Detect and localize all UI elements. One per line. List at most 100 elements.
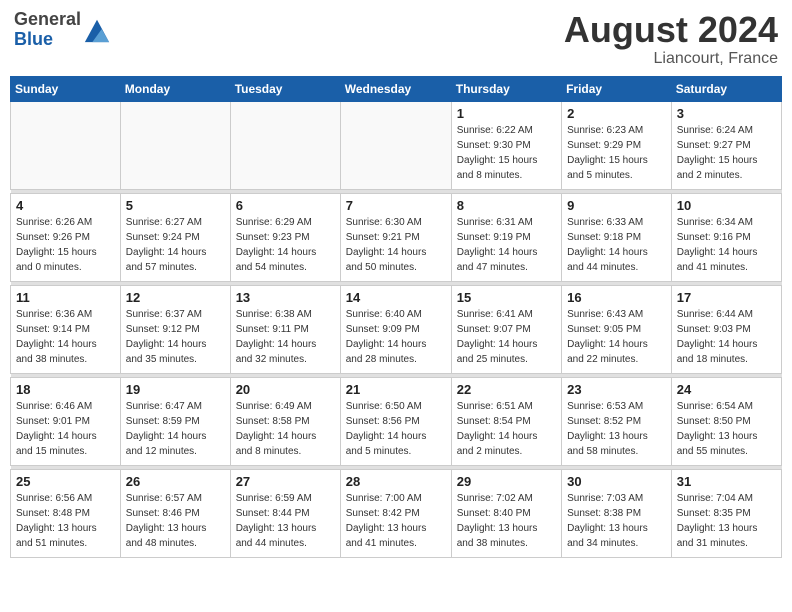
title-block: August 2024 Liancourt, France (564, 10, 778, 68)
day-number: 16 (567, 290, 666, 305)
calendar-cell: 21 Sunrise: 6:50 AMSunset: 8:56 PMDayligh… (340, 377, 451, 465)
calendar-cell: 31Sunrise: 7:04 AMSunset: 8:35 PMDayligh… (671, 469, 781, 557)
day-info: Sunrise: 6:22 AMSunset: 9:30 PMDaylight:… (457, 123, 556, 183)
page-header: General Blue August 2024 Liancourt, Fran… (10, 10, 782, 68)
day-info: Sunrise: 6:38 AMSunset: 9:11 PMDaylight:… (236, 307, 335, 367)
day-info: Sunrise: 6:46 AMSunset: 9:01 PMDaylight:… (16, 399, 115, 459)
day-number: 18 (16, 382, 115, 397)
day-number: 30 (567, 474, 666, 489)
day-info: Sunrise: 6:30 AMSunset: 9:21 PMDaylight:… (346, 215, 446, 275)
calendar-cell: 20 Sunrise: 6:49 AMSunset: 8:58 PMDayligh… (230, 377, 340, 465)
calendar-cell: 7 Sunrise: 6:30 AMSunset: 9:21 PMDaylight… (340, 193, 451, 281)
calendar-cell: 12 Sunrise: 6:37 AMSunset: 9:12 PMDayligh… (120, 285, 230, 373)
day-info: Sunrise: 6:56 AMSunset: 8:48 PMDaylight:… (16, 491, 115, 551)
calendar-cell (11, 101, 121, 189)
header-friday: Friday (562, 76, 672, 101)
day-info: Sunrise: 6:51 AMSunset: 8:54 PMDaylight:… (457, 399, 556, 459)
day-info: Sunrise: 6:44 AMSunset: 9:03 PMDaylight:… (677, 307, 776, 367)
day-info: Sunrise: 6:26 AMSunset: 9:26 PMDaylight:… (16, 215, 115, 275)
day-info: Sunrise: 6:41 AMSunset: 9:07 PMDaylight:… (457, 307, 556, 367)
day-info: Sunrise: 6:59 AMSunset: 8:44 PMDaylight:… (236, 491, 335, 551)
day-info: Sunrise: 6:37 AMSunset: 9:12 PMDaylight:… (126, 307, 225, 367)
calendar-cell: 13 Sunrise: 6:38 AMSunset: 9:11 PMDayligh… (230, 285, 340, 373)
day-info: Sunrise: 7:02 AMSunset: 8:40 PMDaylight:… (457, 491, 556, 551)
day-number: 28 (346, 474, 446, 489)
day-number: 21 (346, 382, 446, 397)
day-number: 14 (346, 290, 446, 305)
week-row-2: 4 Sunrise: 6:26 AMSunset: 9:26 PMDaylight… (11, 193, 782, 281)
day-number: 6 (236, 198, 335, 213)
day-info: Sunrise: 6:27 AMSunset: 9:24 PMDaylight:… (126, 215, 225, 275)
calendar-cell: 18 Sunrise: 6:46 AMSunset: 9:01 PMDayligh… (11, 377, 121, 465)
calendar-cell: 19Sunrise: 6:47 AMSunset: 8:59 PMDayligh… (120, 377, 230, 465)
week-row-4: 18 Sunrise: 6:46 AMSunset: 9:01 PMDayligh… (11, 377, 782, 465)
calendar-table: SundayMondayTuesdayWednesdayThursdayFrid… (10, 76, 782, 558)
day-info: Sunrise: 6:23 AMSunset: 9:29 PMDaylight:… (567, 123, 666, 183)
day-info: Sunrise: 6:49 AMSunset: 8:58 PMDaylight:… (236, 399, 335, 459)
day-info: Sunrise: 6:40 AMSunset: 9:09 PMDaylight:… (346, 307, 446, 367)
calendar-cell: 27 Sunrise: 6:59 AMSunset: 8:44 PMDayligh… (230, 469, 340, 557)
calendar-cell (230, 101, 340, 189)
day-number: 26 (126, 474, 225, 489)
calendar-cell (340, 101, 451, 189)
header-saturday: Saturday (671, 76, 781, 101)
day-number: 8 (457, 198, 556, 213)
day-info: Sunrise: 6:34 AMSunset: 9:16 PMDaylight:… (677, 215, 776, 275)
calendar-cell: 5 Sunrise: 6:27 AMSunset: 9:24 PMDaylight… (120, 193, 230, 281)
calendar-cell: 30 Sunrise: 7:03 AMSunset: 8:38 PMDayligh… (562, 469, 672, 557)
calendar-cell: 15 Sunrise: 6:41 AMSunset: 9:07 PMDayligh… (451, 285, 561, 373)
logo-general: General (14, 10, 81, 30)
day-number: 24 (677, 382, 776, 397)
day-number: 3 (677, 106, 776, 121)
day-info: Sunrise: 6:53 AMSunset: 8:52 PMDaylight:… (567, 399, 666, 459)
day-info: Sunrise: 6:57 AMSunset: 8:46 PMDaylight:… (126, 491, 225, 551)
day-number: 11 (16, 290, 115, 305)
day-number: 1 (457, 106, 556, 121)
calendar-cell: 6Sunrise: 6:29 AMSunset: 9:23 PMDaylight… (230, 193, 340, 281)
day-info: Sunrise: 6:54 AMSunset: 8:50 PMDaylight:… (677, 399, 776, 459)
calendar-cell: 1 Sunrise: 6:22 AMSunset: 9:30 PMDaylight… (451, 101, 561, 189)
calendar-cell: 11 Sunrise: 6:36 AMSunset: 9:14 PMDayligh… (11, 285, 121, 373)
day-info: Sunrise: 6:47 AMSunset: 8:59 PMDaylight:… (126, 399, 225, 459)
day-number: 22 (457, 382, 556, 397)
day-number: 10 (677, 198, 776, 213)
day-number: 12 (126, 290, 225, 305)
header-monday: Monday (120, 76, 230, 101)
header-wednesday: Wednesday (340, 76, 451, 101)
day-number: 31 (677, 474, 776, 489)
day-number: 7 (346, 198, 446, 213)
logo-icon (83, 16, 111, 44)
calendar-cell: 25Sunrise: 6:56 AMSunset: 8:48 PMDayligh… (11, 469, 121, 557)
logo: General Blue (14, 10, 111, 50)
calendar-header-row: SundayMondayTuesdayWednesdayThursdayFrid… (11, 76, 782, 101)
calendar-cell (120, 101, 230, 189)
day-info: Sunrise: 6:50 AMSunset: 8:56 PMDaylight:… (346, 399, 446, 459)
week-row-3: 11 Sunrise: 6:36 AMSunset: 9:14 PMDayligh… (11, 285, 782, 373)
calendar-cell: 3 Sunrise: 6:24 AMSunset: 9:27 PMDaylight… (671, 101, 781, 189)
day-info: Sunrise: 6:24 AMSunset: 9:27 PMDaylight:… (677, 123, 776, 183)
day-info: Sunrise: 6:36 AMSunset: 9:14 PMDaylight:… (16, 307, 115, 367)
day-info: Sunrise: 6:33 AMSunset: 9:18 PMDaylight:… (567, 215, 666, 275)
location-subtitle: Liancourt, France (564, 50, 778, 68)
calendar-cell: 23 Sunrise: 6:53 AMSunset: 8:52 PMDayligh… (562, 377, 672, 465)
day-number: 20 (236, 382, 335, 397)
calendar-cell: 26 Sunrise: 6:57 AMSunset: 8:46 PMDayligh… (120, 469, 230, 557)
day-number: 23 (567, 382, 666, 397)
calendar-cell: 28Sunrise: 7:00 AMSunset: 8:42 PMDayligh… (340, 469, 451, 557)
logo-blue: Blue (14, 30, 81, 50)
calendar-cell: 8Sunrise: 6:31 AMSunset: 9:19 PMDaylight… (451, 193, 561, 281)
day-number: 27 (236, 474, 335, 489)
calendar-cell: 2Sunrise: 6:23 AMSunset: 9:29 PMDaylight… (562, 101, 672, 189)
day-number: 15 (457, 290, 556, 305)
day-number: 4 (16, 198, 115, 213)
day-info: Sunrise: 7:03 AMSunset: 8:38 PMDaylight:… (567, 491, 666, 551)
calendar-cell: 17Sunrise: 6:44 AMSunset: 9:03 PMDayligh… (671, 285, 781, 373)
calendar-cell: 22 Sunrise: 6:51 AMSunset: 8:54 PMDayligh… (451, 377, 561, 465)
calendar-cell: 9Sunrise: 6:33 AMSunset: 9:18 PMDaylight… (562, 193, 672, 281)
calendar-cell: 4 Sunrise: 6:26 AMSunset: 9:26 PMDaylight… (11, 193, 121, 281)
day-info: Sunrise: 6:43 AMSunset: 9:05 PMDaylight:… (567, 307, 666, 367)
header-sunday: Sunday (11, 76, 121, 101)
calendar-cell: 14 Sunrise: 6:40 AMSunset: 9:09 PMDayligh… (340, 285, 451, 373)
day-number: 13 (236, 290, 335, 305)
day-number: 5 (126, 198, 225, 213)
